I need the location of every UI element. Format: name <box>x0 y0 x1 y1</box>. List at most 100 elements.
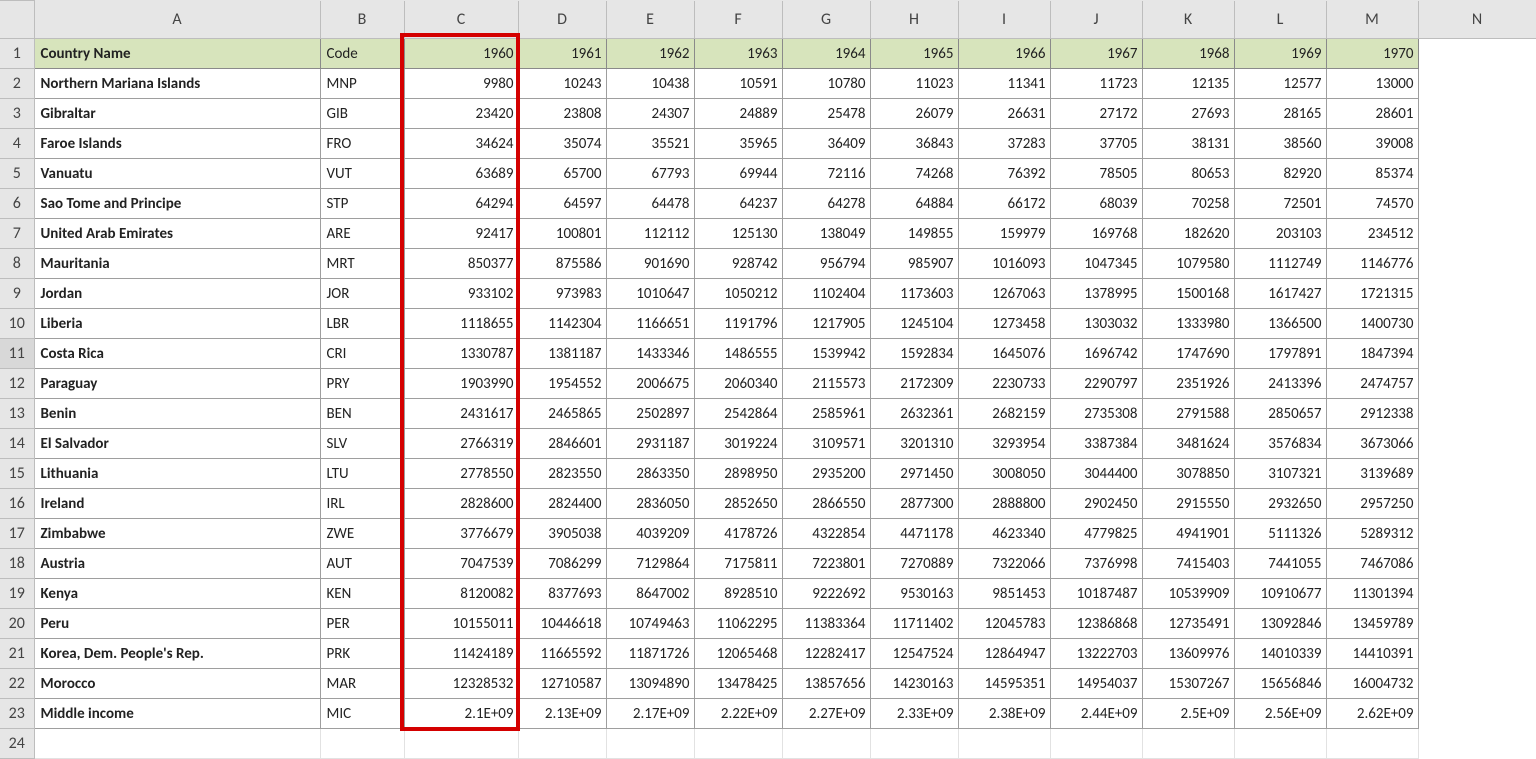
value-cell-J3[interactable]: 27172 <box>1050 99 1142 129</box>
row-header-22[interactable]: 22 <box>0 669 34 699</box>
cell-F24[interactable] <box>694 729 782 759</box>
value-cell-L13[interactable]: 2850657 <box>1234 399 1326 429</box>
cell-N19[interactable] <box>1418 579 1536 609</box>
row-header-4[interactable]: 4 <box>0 129 34 159</box>
value-cell-M16[interactable]: 2957250 <box>1326 489 1418 519</box>
value-cell-L21[interactable]: 14010339 <box>1234 639 1326 669</box>
value-cell-H18[interactable]: 7270889 <box>870 549 958 579</box>
value-cell-J11[interactable]: 1696742 <box>1050 339 1142 369</box>
value-cell-G20[interactable]: 11383364 <box>782 609 870 639</box>
header-code[interactable]: Code <box>320 39 404 69</box>
value-cell-D3[interactable]: 23808 <box>518 99 606 129</box>
value-cell-L20[interactable]: 13092846 <box>1234 609 1326 639</box>
value-cell-H12[interactable]: 2172309 <box>870 369 958 399</box>
country-code-cell[interactable]: PER <box>320 609 404 639</box>
value-cell-D4[interactable]: 35074 <box>518 129 606 159</box>
value-cell-J12[interactable]: 2290797 <box>1050 369 1142 399</box>
value-cell-M10[interactable]: 1400730 <box>1326 309 1418 339</box>
value-cell-K21[interactable]: 13609976 <box>1142 639 1234 669</box>
value-cell-J14[interactable]: 3387384 <box>1050 429 1142 459</box>
value-cell-G10[interactable]: 1217905 <box>782 309 870 339</box>
col-header-F[interactable]: F <box>694 1 782 39</box>
cell-J24[interactable] <box>1050 729 1142 759</box>
value-cell-M8[interactable]: 1146776 <box>1326 249 1418 279</box>
value-cell-E15[interactable]: 2863350 <box>606 459 694 489</box>
value-cell-L5[interactable]: 82920 <box>1234 159 1326 189</box>
value-cell-G13[interactable]: 2585961 <box>782 399 870 429</box>
value-cell-E11[interactable]: 1433346 <box>606 339 694 369</box>
header-year-1969[interactable]: 1969 <box>1234 39 1326 69</box>
value-cell-D11[interactable]: 1381187 <box>518 339 606 369</box>
value-cell-I11[interactable]: 1645076 <box>958 339 1050 369</box>
value-cell-F11[interactable]: 1486555 <box>694 339 782 369</box>
country-code-cell[interactable]: CRI <box>320 339 404 369</box>
country-code-cell[interactable]: MAR <box>320 669 404 699</box>
country-name-cell[interactable]: Mauritania <box>34 249 320 279</box>
value-cell-L3[interactable]: 28165 <box>1234 99 1326 129</box>
value-cell-K11[interactable]: 1747690 <box>1142 339 1234 369</box>
value-cell-E23[interactable]: 2.17E+09 <box>606 699 694 729</box>
value-cell-H19[interactable]: 9530163 <box>870 579 958 609</box>
country-name-cell[interactable]: Austria <box>34 549 320 579</box>
row-header-2[interactable]: 2 <box>0 69 34 99</box>
country-name-cell[interactable]: Costa Rica <box>34 339 320 369</box>
value-cell-E2[interactable]: 10438 <box>606 69 694 99</box>
header-year-1961[interactable]: 1961 <box>518 39 606 69</box>
value-cell-K12[interactable]: 2351926 <box>1142 369 1234 399</box>
header-year-1970[interactable]: 1970 <box>1326 39 1418 69</box>
value-cell-I23[interactable]: 2.38E+09 <box>958 699 1050 729</box>
value-cell-M5[interactable]: 85374 <box>1326 159 1418 189</box>
value-cell-L4[interactable]: 38560 <box>1234 129 1326 159</box>
row-header-7[interactable]: 7 <box>0 219 34 249</box>
country-name-cell[interactable]: Middle income <box>34 699 320 729</box>
value-cell-L23[interactable]: 2.56E+09 <box>1234 699 1326 729</box>
value-cell-K7[interactable]: 182620 <box>1142 219 1234 249</box>
value-cell-M3[interactable]: 28601 <box>1326 99 1418 129</box>
value-cell-I12[interactable]: 2230733 <box>958 369 1050 399</box>
cell-N20[interactable] <box>1418 609 1536 639</box>
value-cell-H6[interactable]: 64884 <box>870 189 958 219</box>
value-cell-F6[interactable]: 64237 <box>694 189 782 219</box>
country-name-cell[interactable]: Sao Tome and Principe <box>34 189 320 219</box>
country-code-cell[interactable]: STP <box>320 189 404 219</box>
row-header-6[interactable]: 6 <box>0 189 34 219</box>
row-header-3[interactable]: 3 <box>0 99 34 129</box>
value-cell-K3[interactable]: 27693 <box>1142 99 1234 129</box>
value-cell-E3[interactable]: 24307 <box>606 99 694 129</box>
cell-N23[interactable] <box>1418 699 1536 729</box>
value-cell-C6[interactable]: 64294 <box>404 189 518 219</box>
value-cell-I2[interactable]: 11341 <box>958 69 1050 99</box>
value-cell-K8[interactable]: 1079580 <box>1142 249 1234 279</box>
value-cell-L15[interactable]: 3107321 <box>1234 459 1326 489</box>
value-cell-K19[interactable]: 10539909 <box>1142 579 1234 609</box>
value-cell-H20[interactable]: 11711402 <box>870 609 958 639</box>
value-cell-J21[interactable]: 13222703 <box>1050 639 1142 669</box>
value-cell-E7[interactable]: 112112 <box>606 219 694 249</box>
col-header-E[interactable]: E <box>606 1 694 39</box>
value-cell-G8[interactable]: 956794 <box>782 249 870 279</box>
value-cell-H23[interactable]: 2.33E+09 <box>870 699 958 729</box>
value-cell-M15[interactable]: 3139689 <box>1326 459 1418 489</box>
value-cell-E5[interactable]: 67793 <box>606 159 694 189</box>
header-country[interactable]: Country Name <box>34 39 320 69</box>
value-cell-M4[interactable]: 39008 <box>1326 129 1418 159</box>
country-code-cell[interactable]: KEN <box>320 579 404 609</box>
value-cell-F21[interactable]: 12065468 <box>694 639 782 669</box>
row-header-9[interactable]: 9 <box>0 279 34 309</box>
value-cell-K18[interactable]: 7415403 <box>1142 549 1234 579</box>
value-cell-I18[interactable]: 7322066 <box>958 549 1050 579</box>
value-cell-F2[interactable]: 10591 <box>694 69 782 99</box>
value-cell-L18[interactable]: 7441055 <box>1234 549 1326 579</box>
value-cell-H11[interactable]: 1592834 <box>870 339 958 369</box>
value-cell-F14[interactable]: 3019224 <box>694 429 782 459</box>
value-cell-L19[interactable]: 10910677 <box>1234 579 1326 609</box>
value-cell-H10[interactable]: 1245104 <box>870 309 958 339</box>
row-header-19[interactable]: 19 <box>0 579 34 609</box>
value-cell-D20[interactable]: 10446618 <box>518 609 606 639</box>
value-cell-E22[interactable]: 13094890 <box>606 669 694 699</box>
value-cell-I10[interactable]: 1273458 <box>958 309 1050 339</box>
value-cell-F20[interactable]: 11062295 <box>694 609 782 639</box>
country-code-cell[interactable]: JOR <box>320 279 404 309</box>
value-cell-I17[interactable]: 4623340 <box>958 519 1050 549</box>
country-code-cell[interactable]: GIB <box>320 99 404 129</box>
